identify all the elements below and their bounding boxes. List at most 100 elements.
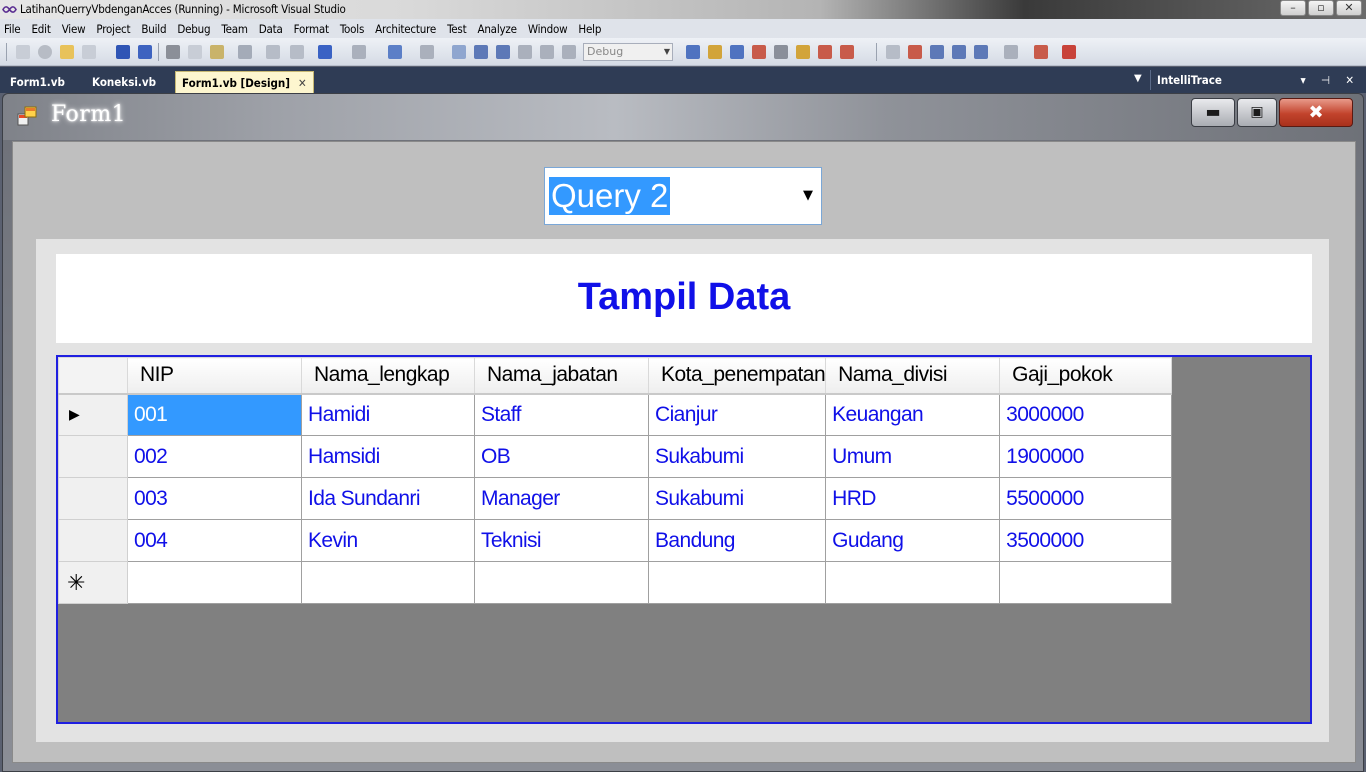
grid-cell-kota-penempatan[interactable]: Sukabumi — [647, 435, 827, 478]
open-folder-icon[interactable] — [60, 45, 74, 59]
menu-build[interactable]: Build — [141, 22, 166, 36]
copy-icon[interactable] — [188, 45, 202, 59]
menu-format[interactable]: Format — [294, 22, 329, 36]
column-header-nip[interactable]: NIP — [127, 357, 302, 395]
solution-explorer-icon[interactable] — [708, 45, 722, 59]
navigate-forward-icon[interactable] — [420, 45, 434, 59]
step-into-icon[interactable] — [518, 45, 532, 59]
menu-data[interactable]: Data — [259, 22, 283, 36]
grid-cell-empty[interactable] — [301, 561, 475, 604]
grid-cell-kota-penempatan[interactable]: Cianjur — [647, 393, 827, 436]
immediate-window-icon[interactable] — [1004, 45, 1018, 59]
menu-edit[interactable]: Edit — [31, 22, 50, 36]
menu-architecture[interactable]: Architecture — [375, 22, 436, 36]
object-browser-icon[interactable] — [752, 45, 766, 59]
minimize-button[interactable]: ▬ — [1191, 98, 1235, 127]
grid-cell-nama-lengkap[interactable]: Hamidi — [301, 393, 475, 436]
grid-cell-gaji-pokok[interactable]: 5500000 — [999, 477, 1173, 520]
grid-cell-nip[interactable]: 003 — [127, 477, 302, 520]
grid-cell-gaji-pokok[interactable]: 3000000 — [999, 393, 1173, 436]
row-header[interactable]: ▶ — [58, 393, 128, 436]
toolbar-options-icon[interactable] — [1062, 45, 1076, 59]
menu-debug[interactable]: Debug — [177, 22, 210, 36]
tab-list-dropdown-icon[interactable]: ▼ — [1134, 73, 1142, 84]
grid-cell-nama-divisi[interactable]: Gudang — [825, 519, 1001, 562]
query-combobox-value[interactable]: Query 2 — [549, 177, 671, 215]
chevron-down-icon[interactable]: ▼ — [803, 188, 813, 203]
query-combobox[interactable]: Query 2 ▼ — [544, 167, 822, 225]
find-in-files-icon[interactable] — [686, 45, 700, 59]
step-out-icon[interactable] — [562, 45, 576, 59]
data-grid-view[interactable]: NIP Nama_lengkap Nama_jabatan Kota_penem… — [56, 355, 1312, 724]
grid-cell-empty[interactable] — [127, 561, 302, 604]
grid-cell-empty[interactable] — [647, 561, 827, 604]
form-title-bar[interactable]: Form1 ▬ ▣ ✖ — [3, 94, 1363, 140]
row-header[interactable]: ✳ — [58, 561, 128, 604]
table-row[interactable]: 003 Ida Sundanri Manager Sukabumi HRD 55… — [58, 477, 1173, 520]
grid-cell-nip[interactable]: 001 — [127, 393, 302, 436]
save-icon[interactable] — [116, 45, 130, 59]
debug-location-icon[interactable] — [886, 45, 900, 59]
cut-icon[interactable] — [166, 45, 180, 59]
menu-view[interactable]: View — [62, 22, 86, 36]
pane-controls[interactable]: ▾ ⊣ ✕ — [1301, 70, 1360, 90]
table-row[interactable]: ▶ 001 Hamidi Staff Cianjur Keuangan 3000… — [58, 393, 1173, 436]
pause-icon[interactable] — [474, 45, 488, 59]
maximize-button[interactable]: ▣ — [1237, 98, 1277, 127]
column-header-nama-lengkap[interactable]: Nama_lengkap — [301, 357, 475, 395]
menu-team[interactable]: Team — [221, 22, 248, 36]
close-button[interactable]: ✖ — [1279, 98, 1353, 127]
add-new-item-icon[interactable] — [82, 45, 96, 59]
grid-cell-nip[interactable]: 002 — [127, 435, 302, 478]
grid-cell-empty[interactable] — [999, 561, 1173, 604]
grid-cell-nama-divisi[interactable]: HRD — [825, 477, 1001, 520]
find-icon[interactable] — [238, 45, 252, 59]
column-header-kota-penempatan[interactable]: Kota_penempatan — [647, 357, 827, 395]
add-item-icon[interactable] — [38, 45, 52, 59]
tab-form1-vb[interactable]: Form1.vb — [4, 71, 71, 93]
redo-icon[interactable] — [352, 45, 366, 59]
new-row[interactable]: ✳ — [58, 561, 1173, 604]
grid-cell-kota-penempatan[interactable]: Sukabumi — [647, 477, 827, 520]
vs-maximize-button[interactable]: ▫ — [1308, 0, 1334, 16]
extension-manager-icon[interactable] — [796, 45, 810, 59]
save-all-icon[interactable] — [138, 45, 152, 59]
vs-minimize-button[interactable]: – — [1280, 0, 1306, 16]
step-over-icon[interactable] — [540, 45, 554, 59]
new-project-icon[interactable] — [16, 45, 30, 59]
breakpoints-icon[interactable] — [908, 45, 922, 59]
grid-cell-nama-jabatan[interactable]: OB — [474, 435, 649, 478]
grid-cell-nama-divisi[interactable]: Umum — [825, 435, 1001, 478]
grid-cell-nama-lengkap[interactable]: Hamsidi — [301, 435, 475, 478]
row-header[interactable] — [58, 519, 128, 562]
start-page-icon[interactable] — [818, 45, 832, 59]
call-stack-icon[interactable] — [974, 45, 988, 59]
grid-cell-nama-lengkap[interactable]: Kevin — [301, 519, 475, 562]
grid-cell-gaji-pokok[interactable]: 1900000 — [999, 435, 1173, 478]
column-header-nama-divisi[interactable]: Nama_divisi — [825, 357, 1001, 395]
stop-debugging-icon[interactable] — [496, 45, 510, 59]
start-debugging-icon[interactable] — [452, 45, 466, 59]
menu-help[interactable]: Help — [578, 22, 601, 36]
grid-cell-nama-lengkap[interactable]: Ida Sundanri — [301, 477, 475, 520]
solution-configuration-select[interactable]: Debug ▼ — [583, 43, 673, 61]
grid-cell-empty[interactable] — [825, 561, 1001, 604]
menu-window[interactable]: Window — [528, 22, 568, 36]
grid-cell-kota-penempatan[interactable]: Bandung — [647, 519, 827, 562]
grid-cell-nama-jabatan[interactable]: Staff — [474, 393, 649, 436]
grid-cell-nama-jabatan[interactable]: Manager — [474, 477, 649, 520]
undo-icon[interactable] — [318, 45, 332, 59]
table-row[interactable]: 002 Hamsidi OB Sukabumi Umum 1900000 — [58, 435, 1173, 478]
column-header-gaji-pokok[interactable]: Gaji_pokok — [999, 357, 1173, 395]
locals-icon[interactable] — [952, 45, 966, 59]
tab-koneksi-vb[interactable]: Koneksi.vb — [86, 71, 162, 93]
comment-icon[interactable] — [266, 45, 280, 59]
vs-close-button[interactable]: ✕ — [1336, 0, 1362, 16]
menu-file[interactable]: File — [4, 22, 21, 36]
properties-window-icon[interactable] — [730, 45, 744, 59]
menu-test[interactable]: Test — [447, 22, 467, 36]
grid-cell-nama-jabatan[interactable]: Teknisi — [474, 519, 649, 562]
toolbox-icon[interactable] — [774, 45, 788, 59]
error-list-icon[interactable] — [840, 45, 854, 59]
watch-icon[interactable] — [930, 45, 944, 59]
